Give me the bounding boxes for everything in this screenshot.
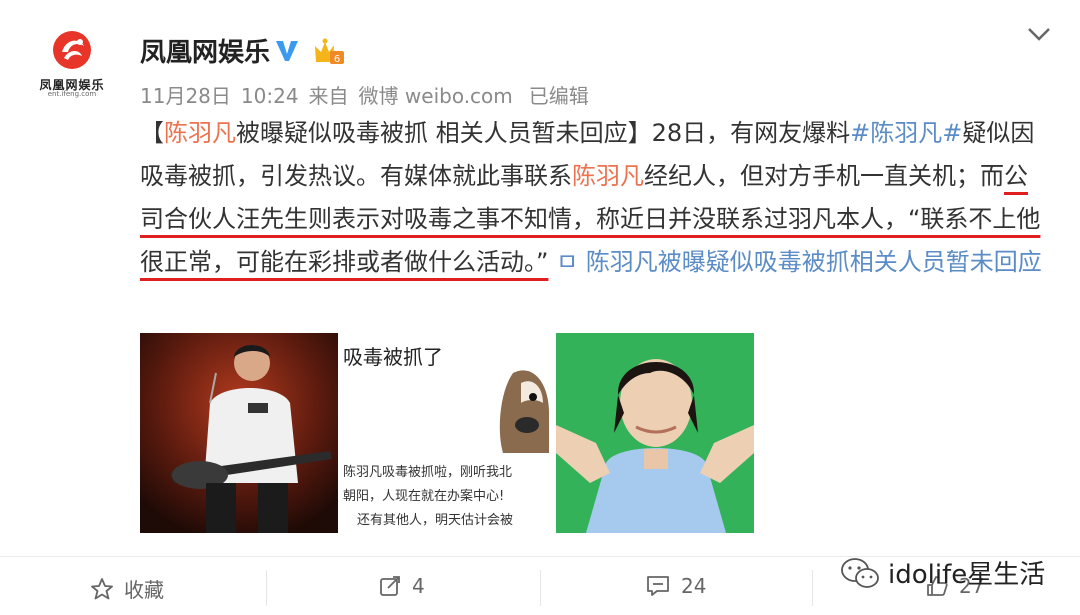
image-text: 陈羽凡吸毒被抓啦，刚听我北 朝阳，人现在就在办案中心! 还有其他人，明天估计会被 <box>343 461 513 533</box>
post-image-3[interactable] <box>556 333 754 533</box>
favorite-button[interactable]: 收藏 <box>90 574 164 603</box>
edited-label[interactable]: 已编辑 <box>529 84 589 108</box>
article-link[interactable]: 陈羽凡被曝疑似吸毒被抓相关人员暂未回应 <box>586 248 1042 276</box>
image-text-line: 还有其他人，明天估计会被 <box>357 513 514 528</box>
vip-crown-icon[interactable]: 6 <box>312 36 346 66</box>
toolbar-separator <box>812 570 813 606</box>
comment-button[interactable]: 24 <box>645 574 706 598</box>
image-caption: 吸毒被抓了 <box>343 345 443 369</box>
pointing-man-image <box>556 333 754 533</box>
post-date[interactable]: 11月28日 <box>140 84 231 108</box>
svg-text:6: 6 <box>334 54 340 65</box>
star-icon <box>91 577 113 599</box>
repost-icon <box>380 576 400 596</box>
avatar-sublabel: ent.ifeng.com <box>47 90 97 98</box>
repost-count: 4 <box>412 574 425 598</box>
article-link-icon[interactable]: ㅁ <box>556 248 578 276</box>
text-segment: 被曝疑似吸毒被抓 相关人员暂未回应】28日，有网友爆料 <box>236 119 851 147</box>
post-time[interactable]: 10:24 <box>241 84 299 108</box>
text-segment: 【 <box>140 119 164 147</box>
toolbar-separator <box>266 570 267 606</box>
verified-icon <box>276 41 298 61</box>
favorite-label: 收藏 <box>124 578 164 602</box>
post-image-2[interactable]: 吸毒被抓了 陈羽凡吸毒被抓啦，刚听我北 朝阳，人现在就在办案中心! 还有其他人，… <box>343 333 549 533</box>
watermark: idolife星生活 <box>840 554 1045 591</box>
comment-count: 24 <box>681 574 707 598</box>
toolbar-separator <box>540 570 541 606</box>
image-text-line: 陈羽凡吸毒被抓啦，刚听我北 <box>343 465 513 480</box>
chevron-down-icon[interactable] <box>1026 24 1052 44</box>
source-prefix: 来自 <box>308 84 349 108</box>
ifeng-logo-icon <box>53 31 91 69</box>
dog-meme-icon <box>499 370 549 453</box>
image-text-line: 朝阳，人现在就在办案中心! <box>343 489 505 504</box>
repost-button[interactable]: 4 <box>378 574 425 598</box>
watermark-text: idolife星生活 <box>888 560 1046 590</box>
mention-link[interactable]: 陈羽凡 <box>572 162 644 190</box>
text-segment: 经纪人，但对方手机一直关机；而 <box>644 162 1004 190</box>
user-name[interactable]: 凤凰网娱乐 <box>140 32 270 69</box>
avatar[interactable]: 凤凰网娱乐 ent.ifeng.com <box>30 28 114 98</box>
post-body: 【陈羽凡被曝疑似吸毒被抓 相关人员暂未回应】28日，有网友爆料#陈羽凡#疑似因吸… <box>140 112 1050 284</box>
post-source[interactable]: 微博 weibo.com <box>359 84 513 108</box>
post-meta: 11月28日 10:24 来自 微博 weibo.com 已编辑 <box>140 80 599 109</box>
hashtag-link[interactable]: #陈羽凡# <box>850 119 962 147</box>
stage-guitarist-image <box>140 333 338 533</box>
mention-link[interactable]: 陈羽凡 <box>164 119 236 147</box>
wechat-icon <box>841 557 879 588</box>
post-image-1[interactable] <box>140 333 338 533</box>
comment-icon <box>647 576 669 596</box>
